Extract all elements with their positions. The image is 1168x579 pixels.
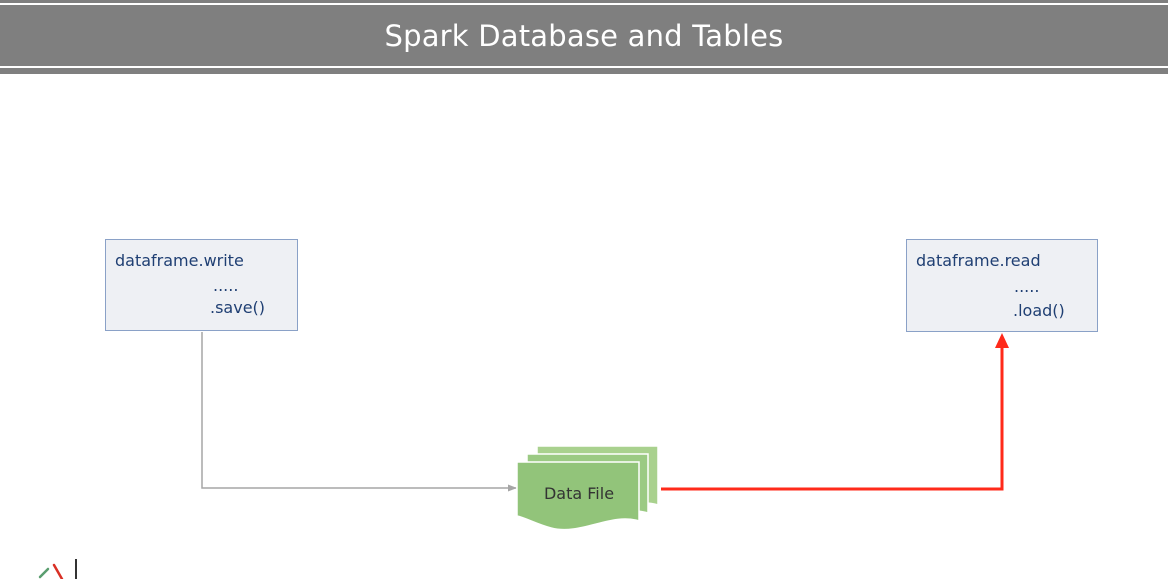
dataframe-write-box: dataframe.write ..... .save() [105,239,298,331]
logo-icon [38,559,77,579]
read-box-line-3: .load() [1013,301,1065,320]
data-file-label: Data File [543,484,615,503]
read-connector [661,346,1004,491]
write-box-line-2: ..... [213,276,239,295]
read-connector-arrowhead [995,333,1009,348]
dataframe-read-box: dataframe.read ..... .load() [906,239,1098,332]
read-box-line-2: ..... [1014,277,1040,296]
write-box-line-1: dataframe.write [115,251,244,270]
write-box-line-3: .save() [210,298,266,317]
write-connector [201,332,517,492]
read-box-line-1: dataframe.read [916,251,1041,270]
